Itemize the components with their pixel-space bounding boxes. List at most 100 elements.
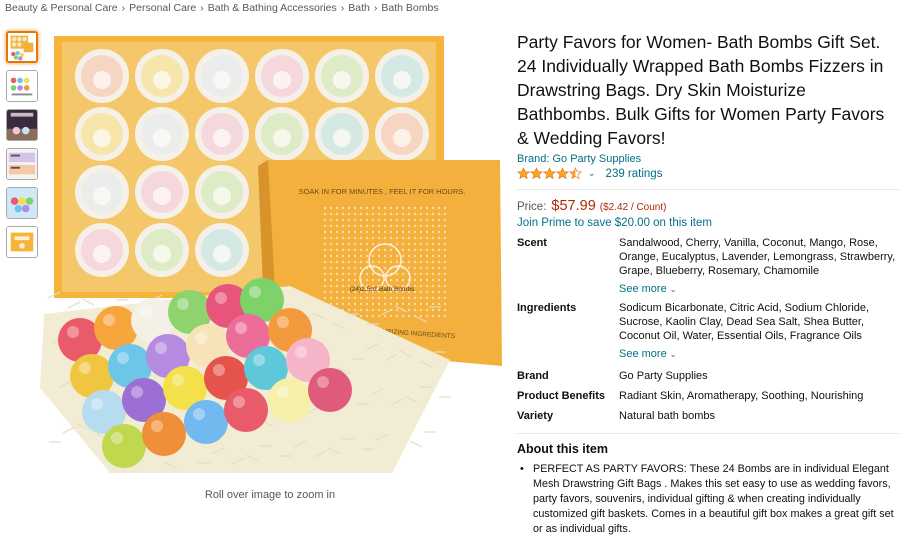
box-dot-pattern xyxy=(347,308,351,312)
box-dot-pattern xyxy=(335,206,339,210)
breadcrumb-item[interactable]: Bath xyxy=(348,2,370,14)
box-dot-pattern xyxy=(371,224,375,228)
box-tagline: SOAK IN FOR MINUTES , FEEL IT FOR HOURS. xyxy=(299,187,466,196)
box-dot-pattern xyxy=(443,218,447,222)
box-dot-pattern xyxy=(443,308,447,312)
star-rating[interactable] xyxy=(517,167,582,180)
prime-promo-link[interactable]: Join Prime to save $20.00 on this item xyxy=(517,217,899,229)
box-dot-pattern xyxy=(359,296,363,300)
box-dot-pattern xyxy=(383,248,387,252)
thumbnail-1[interactable] xyxy=(6,31,38,63)
box-dot-pattern xyxy=(365,272,369,276)
box-dot-pattern xyxy=(395,254,399,258)
box-dot-pattern xyxy=(431,230,435,234)
box-dot-pattern xyxy=(359,266,363,270)
box-dot-pattern xyxy=(401,314,405,318)
box-dot-pattern xyxy=(347,230,351,234)
box-dot-pattern xyxy=(341,266,345,270)
thumbnail-3[interactable] xyxy=(6,109,38,141)
box-dot-pattern xyxy=(365,254,369,258)
box-dot-pattern xyxy=(353,212,357,216)
box-dot-pattern xyxy=(395,212,399,216)
brand-link[interactable]: Brand: Go Party Supplies xyxy=(517,153,899,165)
box-dot-pattern xyxy=(371,308,375,312)
box-dot-pattern xyxy=(401,254,405,258)
divider xyxy=(517,433,899,434)
box-dot-pattern xyxy=(353,230,357,234)
box-dot-pattern xyxy=(431,272,435,276)
wrapped-bath-bomb-label xyxy=(213,245,231,263)
box-dot-pattern xyxy=(407,224,411,228)
box-dot-pattern xyxy=(371,278,375,282)
wrapped-bath-bomb-label xyxy=(93,129,111,147)
box-dot-pattern xyxy=(419,212,423,216)
bath-bomb-highlight xyxy=(117,352,129,364)
thumbnail-2[interactable] xyxy=(6,70,38,102)
box-dot-pattern xyxy=(413,248,417,252)
box-dot-pattern xyxy=(425,302,429,306)
box-dot-pattern xyxy=(443,254,447,258)
box-dot-pattern xyxy=(347,224,351,228)
see-more-scent-link[interactable]: See more ⌄ xyxy=(619,283,899,295)
box-dot-pattern xyxy=(407,260,411,264)
box-dot-pattern xyxy=(395,260,399,264)
box-dot-pattern xyxy=(383,314,387,318)
box-dot-pattern xyxy=(359,206,363,210)
main-product-image[interactable]: SOAK IN FOR MINUTES , FEEL IT FOR HOURS.… xyxy=(40,28,504,488)
breadcrumb-item[interactable]: Bath Bombs xyxy=(381,2,438,14)
box-dot-pattern xyxy=(383,254,387,258)
bath-bomb-highlight xyxy=(195,332,207,344)
box-dot-pattern xyxy=(365,224,369,228)
box-dot-pattern xyxy=(389,254,393,258)
thumbnail-5[interactable] xyxy=(6,187,38,219)
price-label: Price: xyxy=(517,201,547,213)
box-dot-pattern xyxy=(329,290,333,294)
box-dot-pattern xyxy=(329,284,333,288)
box-dot-pattern xyxy=(371,236,375,240)
box-dot-pattern xyxy=(401,248,405,252)
wrapped-bath-bomb-label xyxy=(153,245,171,263)
thumbnail-6[interactable] xyxy=(6,226,38,258)
box-dot-pattern xyxy=(383,206,387,210)
box-dot-pattern xyxy=(353,308,357,312)
box-dot-pattern xyxy=(347,296,351,300)
box-dot-pattern xyxy=(395,302,399,306)
box-dot-pattern xyxy=(389,212,393,216)
box-dot-pattern xyxy=(323,266,327,270)
see-more-ingredients-link[interactable]: See more ⌄ xyxy=(619,348,899,360)
chevron-down-icon[interactable]: ⌄ xyxy=(588,168,596,179)
box-dot-pattern xyxy=(419,206,423,210)
wrapped-bath-bomb-label xyxy=(273,129,291,147)
box-dot-pattern xyxy=(347,278,351,282)
box-dot-pattern xyxy=(437,212,441,216)
bath-bomb-highlight xyxy=(213,364,225,376)
breadcrumb-item[interactable]: Beauty & Personal Care xyxy=(5,2,118,14)
box-dot-pattern xyxy=(341,248,345,252)
box-dot-pattern xyxy=(401,230,405,234)
breadcrumb-item[interactable]: Bath & Bathing Accessories xyxy=(208,2,337,14)
box-dot-pattern xyxy=(371,230,375,234)
box-dot-pattern xyxy=(371,296,375,300)
box-dot-pattern xyxy=(419,248,423,252)
box-dot-pattern xyxy=(437,236,441,240)
wrapped-bath-bomb-label xyxy=(213,71,231,89)
box-dot-pattern xyxy=(443,224,447,228)
box-dot-pattern xyxy=(407,266,411,270)
box-dot-pattern xyxy=(353,254,357,258)
bath-bomb-highlight xyxy=(253,354,265,366)
paper-shred xyxy=(409,440,423,448)
breadcrumb-item[interactable]: Personal Care xyxy=(129,2,196,14)
box-dot-pattern xyxy=(395,236,399,240)
box-dot-pattern xyxy=(443,278,447,282)
box-dot-pattern xyxy=(341,272,345,276)
thumbnail-4[interactable] xyxy=(6,148,38,180)
box-dot-pattern xyxy=(335,254,339,258)
box-dot-pattern xyxy=(389,260,393,264)
bath-bomb-highlight xyxy=(295,346,307,358)
box-dot-pattern xyxy=(401,272,405,276)
bath-bomb-highlight xyxy=(277,386,289,398)
ratings-count-link[interactable]: 239 ratings xyxy=(606,168,663,180)
box-dot-pattern xyxy=(443,284,447,288)
box-dot-pattern xyxy=(383,218,387,222)
box-dot-pattern xyxy=(335,230,339,234)
